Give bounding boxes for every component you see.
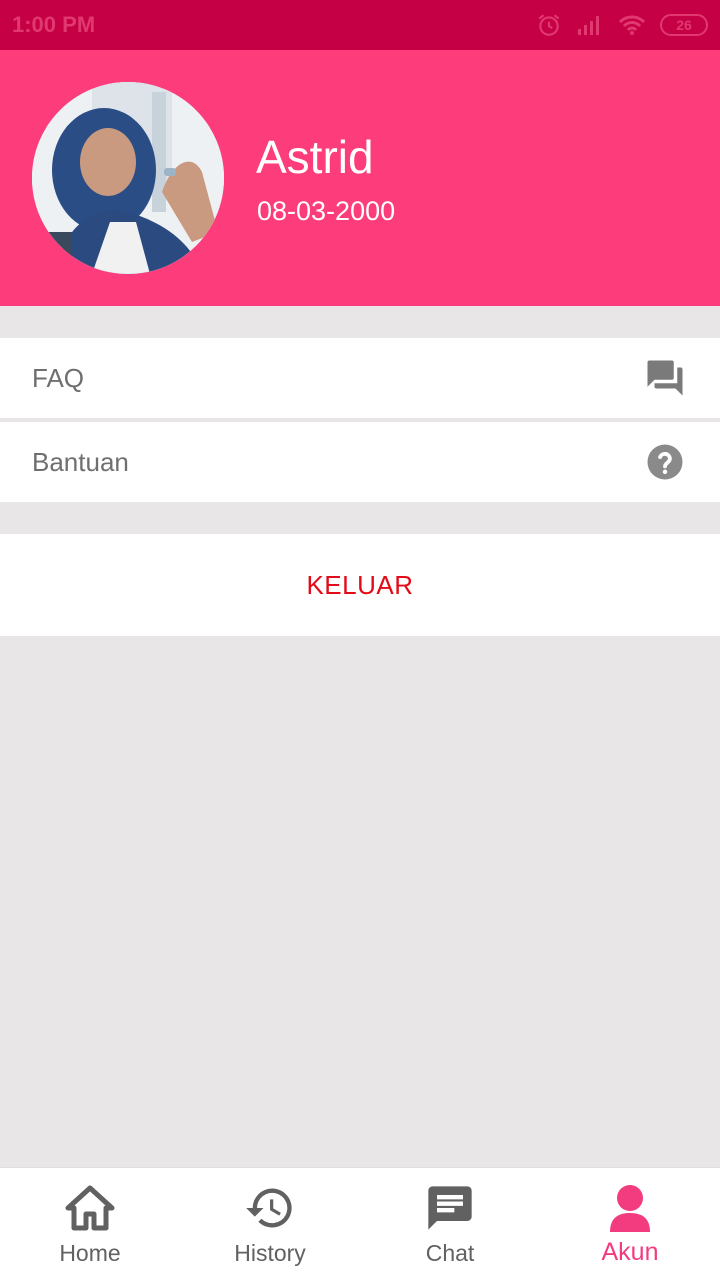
alarm-icon [536, 12, 562, 38]
home-icon [64, 1182, 116, 1234]
profile-header: Astrid 08-03-2000 [0, 50, 720, 306]
tab-label: Home [59, 1240, 121, 1266]
avatar[interactable] [32, 82, 224, 274]
account-icon [604, 1182, 656, 1234]
menu-item-label: Bantuan [32, 446, 129, 477]
menu-item-faq[interactable]: FAQ [0, 338, 720, 418]
logout-button[interactable]: KELUAR [0, 534, 720, 636]
tab-label: Akun [601, 1238, 659, 1266]
tab-akun[interactable]: Akun [540, 1168, 720, 1280]
tab-label: History [234, 1240, 306, 1266]
forum-icon [644, 357, 686, 399]
tab-chat[interactable]: Chat [360, 1168, 540, 1280]
chat-icon [424, 1182, 476, 1234]
tab-home[interactable]: Home [0, 1168, 180, 1280]
profile-birthdate: 08-03-2000 [257, 196, 396, 226]
wifi-icon [618, 14, 646, 36]
history-icon [244, 1182, 296, 1234]
account-screen: 1:00 PM 26 Astrid 08-03-2000 FAQ Bantuan… [0, 0, 720, 1280]
menu-item-bantuan[interactable]: Bantuan [0, 422, 720, 502]
status-time: 1:00 PM [12, 12, 96, 37]
bottom-navigation: Home History Chat Akun [0, 1167, 720, 1280]
status-icons: 26 [536, 12, 708, 38]
menu-item-label: FAQ [32, 362, 85, 393]
tab-label: Chat [425, 1240, 475, 1266]
logout-label: KELUAR [306, 569, 414, 600]
help-circle-icon [644, 441, 686, 483]
tab-history[interactable]: History [180, 1168, 360, 1280]
signal-icon [576, 13, 604, 37]
profile-name: Astrid [256, 131, 374, 183]
battery-icon: 26 [660, 14, 708, 36]
status-bar: 1:00 PM 26 [0, 0, 720, 50]
